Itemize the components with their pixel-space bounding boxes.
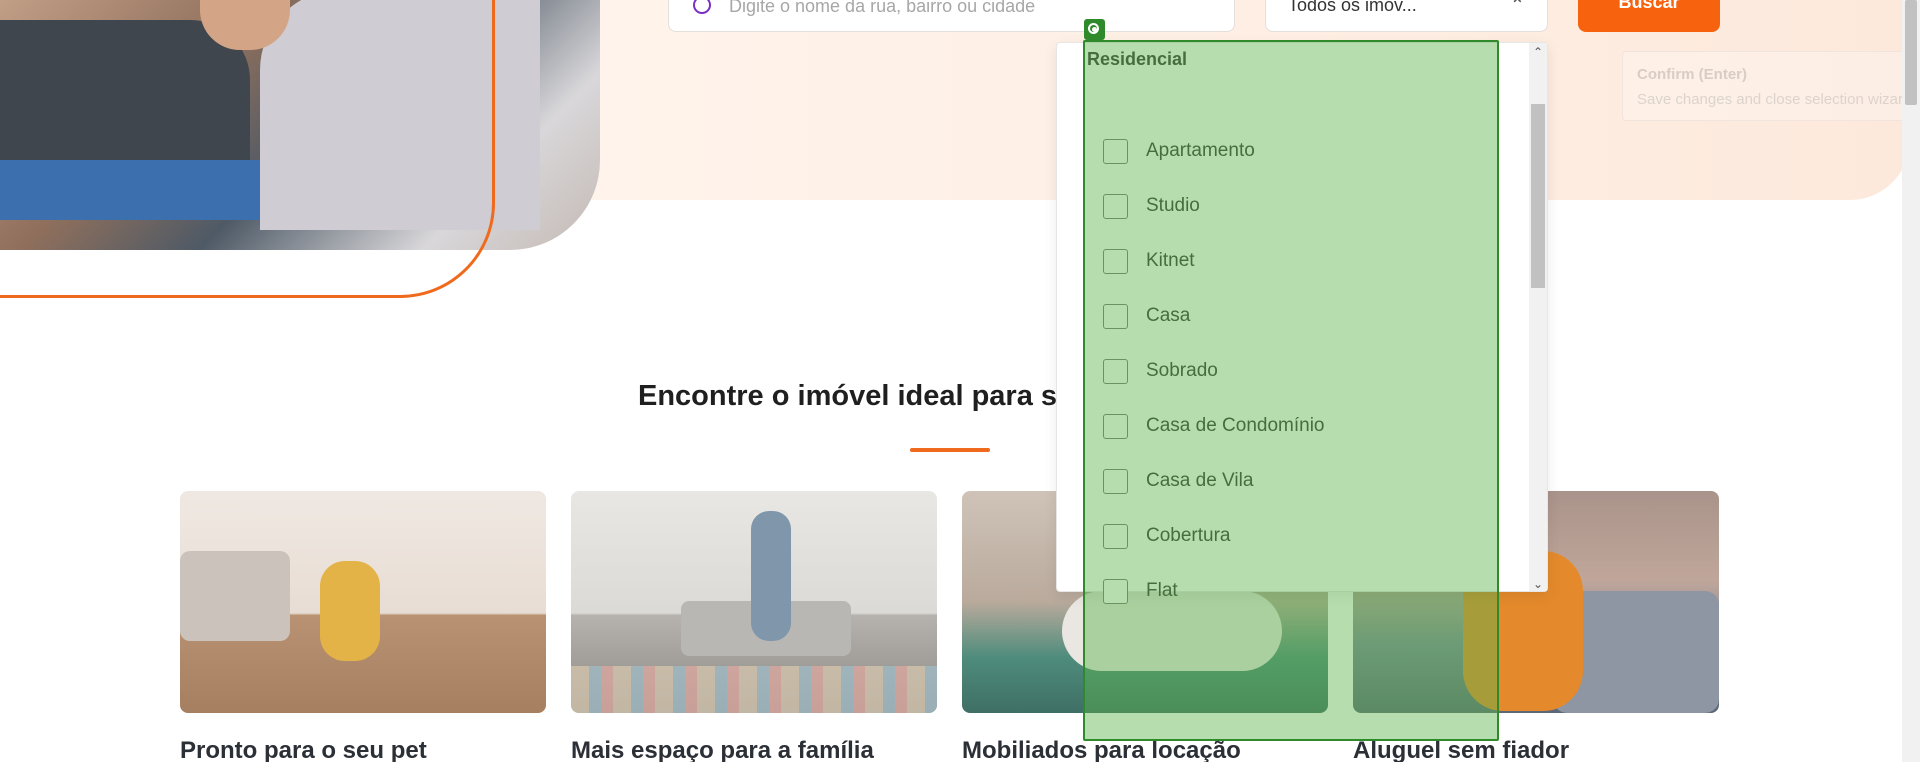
dropdown-scrollbar[interactable]: ⌃ ⌄ — [1529, 43, 1547, 591]
card-image — [571, 491, 937, 713]
buscar-button[interactable]: Buscar — [1578, 0, 1720, 32]
section-underline — [910, 448, 990, 452]
search-icon — [691, 0, 713, 22]
hint-title: Confirm (Enter) — [1637, 66, 1747, 83]
property-type-select[interactable]: Todos os imóv... ⌃ — [1265, 0, 1548, 32]
section-title: Encontre o imóvel ideal para se — [638, 380, 1074, 412]
category-card-familia[interactable]: Mais espaço para a família — [571, 491, 937, 762]
search-input[interactable]: Digite o nome da rua, bairro ou cidade — [668, 0, 1235, 32]
card-title[interactable]: Pronto para o seu pet — [180, 737, 546, 762]
confirm-hint-tooltip: Confirm (Enter) Save changes and close s… — [1622, 51, 1920, 121]
property-type-value: Todos os imóv... — [1288, 0, 1417, 15]
scroll-down-icon[interactable]: ⌄ — [1533, 577, 1543, 591]
search-placeholder: Digite o nome da rua, bairro ou cidade — [729, 0, 1036, 16]
target-icon — [1084, 19, 1105, 40]
card-image — [180, 491, 546, 713]
scrollbar-thumb[interactable] — [1531, 104, 1545, 288]
card-title[interactable]: Mais espaço para a família — [571, 737, 937, 762]
hero-decorative-outline — [0, 0, 495, 298]
page-scrollbar[interactable] — [1902, 0, 1920, 762]
category-card-pet[interactable]: Pronto para o seu pet — [180, 491, 546, 762]
page-scrollbar-thumb[interactable] — [1905, 0, 1917, 105]
hint-text: Save changes and close selection wizard — [1637, 91, 1912, 108]
chevron-up-icon: ⌃ — [1509, 0, 1525, 15]
scroll-up-icon[interactable]: ⌃ — [1533, 45, 1543, 59]
selection-highlight — [1083, 40, 1499, 741]
